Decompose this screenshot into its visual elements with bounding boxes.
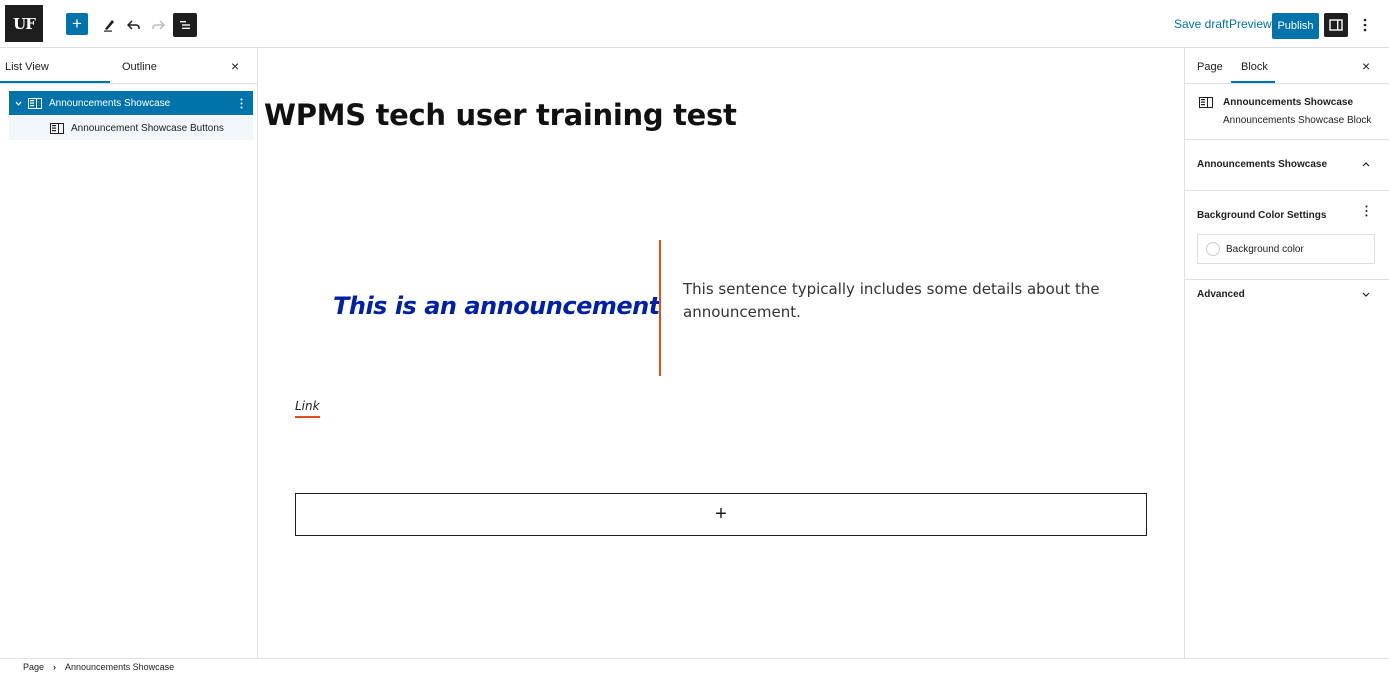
tab-list-view[interactable]: List View: [5, 61, 49, 73]
tab-page[interactable]: Page: [1197, 61, 1223, 73]
block-card-description: Announcements Showcase Block: [1223, 115, 1372, 126]
settings-sidebar: Page Block × Announcements Showcase Anno…: [1184, 48, 1389, 658]
active-tab-indicator: [0, 81, 110, 83]
close-settings-button[interactable]: ×: [1362, 58, 1370, 74]
more-vertical-icon: [1363, 18, 1367, 32]
list-item-announcements-showcase[interactable]: Announcements Showcase: [9, 91, 253, 115]
announcement-body[interactable]: This sentence typically includes some de…: [683, 278, 1103, 324]
tab-block[interactable]: Block: [1241, 61, 1268, 73]
block-icon: [1199, 97, 1213, 108]
background-color-label: Background color: [1226, 243, 1304, 255]
block-appender-button[interactable]: +: [295, 493, 1147, 536]
redo-button[interactable]: [146, 13, 170, 37]
more-vertical-icon[interactable]: [240, 98, 243, 109]
list-view-panel: List View Outline × Announcements Showca…: [0, 48, 258, 658]
settings-toggle-button[interactable]: [1324, 13, 1348, 37]
editor-toolbar: UF + Save draft Preview Publish: [0, 0, 1389, 48]
tools-button[interactable]: [97, 13, 121, 37]
settings-tabs: Page Block ×: [1185, 48, 1389, 84]
save-draft-button[interactable]: Save draft: [1174, 17, 1229, 31]
chevron-down-icon[interactable]: [1362, 292, 1370, 297]
block-card: Announcements Showcase Announcements Sho…: [1185, 84, 1389, 140]
more-vertical-icon[interactable]: [1365, 205, 1368, 217]
editor-canvas: WPMS tech user training test This is an …: [258, 48, 1184, 658]
options-menu-button[interactable]: [1357, 13, 1373, 37]
redo-icon: [152, 20, 165, 30]
block-icon: [50, 122, 64, 134]
sidebar-icon: [1329, 19, 1343, 31]
undo-icon: [127, 20, 140, 30]
list-view-tabs: List View Outline ×: [0, 48, 257, 84]
undo-button[interactable]: [122, 13, 146, 37]
block-icon: [28, 97, 42, 109]
panel-announcements-showcase[interactable]: Announcements Showcase: [1185, 140, 1389, 191]
publish-button[interactable]: Publish: [1272, 13, 1319, 39]
panel-title: Background Color Settings: [1197, 210, 1327, 221]
breadcrumb-page[interactable]: Page: [23, 662, 44, 672]
page-title[interactable]: WPMS tech user training test: [264, 98, 737, 132]
announcement-heading[interactable]: This is an announcement: [333, 292, 660, 320]
tab-outline[interactable]: Outline: [122, 61, 157, 73]
active-tab-indicator: [1231, 81, 1275, 83]
site-logo[interactable]: UF: [5, 5, 43, 42]
announcement-divider: [659, 240, 661, 376]
chevron-right-icon: ›: [53, 662, 57, 672]
chevron-down-icon[interactable]: [15, 101, 22, 106]
list-view-icon: [180, 21, 190, 29]
background-color-picker[interactable]: Background color: [1197, 234, 1375, 264]
panel-title: Advanced: [1197, 289, 1245, 300]
panel-advanced[interactable]: Advanced: [1185, 280, 1389, 309]
block-breadcrumb: Page › Announcements Showcase: [0, 658, 1389, 675]
list-item-label: Announcements Showcase: [49, 97, 171, 109]
close-panel-button[interactable]: ×: [231, 58, 239, 74]
document-overview-button[interactable]: [173, 13, 197, 37]
block-card-title: Announcements Showcase: [1223, 97, 1354, 108]
add-block-button[interactable]: +: [66, 13, 88, 35]
list-item-label: Announcement Showcase Buttons: [71, 122, 224, 134]
announcement-link[interactable]: Link: [295, 399, 320, 418]
color-swatch: [1206, 242, 1220, 256]
preview-button[interactable]: Preview: [1229, 17, 1272, 31]
pencil-icon: [104, 20, 114, 32]
panel-title: Announcements Showcase: [1197, 159, 1328, 170]
list-item-announcement-showcase-buttons[interactable]: Announcement Showcase Buttons: [9, 116, 253, 140]
chevron-up-icon[interactable]: [1362, 162, 1370, 167]
breadcrumb-announcements-showcase[interactable]: Announcements Showcase: [65, 662, 174, 672]
